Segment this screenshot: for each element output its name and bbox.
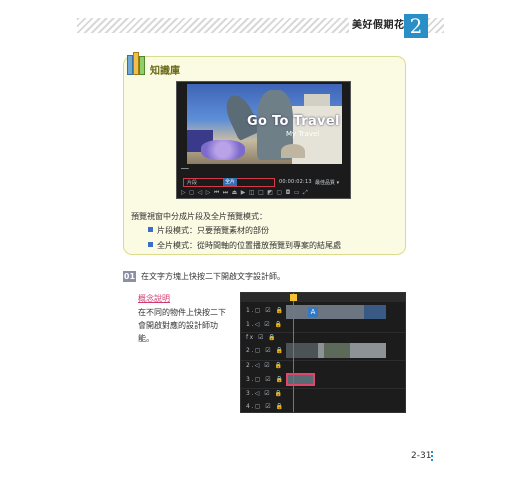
bullet-clip-mode-text: 片段模式：只要預覽素材的部份 xyxy=(157,226,269,235)
mode-clip-button[interactable]: 片段 xyxy=(187,179,197,186)
timeline-track: 3.◁ ☑ 🔒 xyxy=(241,388,405,401)
bullet-clip-mode: 片段模式：只要預覽素材的部份 xyxy=(148,225,269,236)
quality-dropdown[interactable]: 最佳品質 ▾ xyxy=(315,179,339,186)
playback-buttons[interactable]: ▷◻◁▷⏮⏭⏏▶◫□◩▢◘▭⤢ xyxy=(181,189,349,197)
timeline-track: fx ☑ 🔒 xyxy=(241,332,405,345)
playhead[interactable] xyxy=(293,293,294,412)
bullet-square-icon xyxy=(148,227,153,232)
knowledge-title: 知識庫 xyxy=(150,66,180,77)
mode-full-button[interactable]: 全片 xyxy=(223,178,237,186)
books-icon xyxy=(127,51,147,77)
track-controls[interactable]: 1.◁ ☑ 🔒 xyxy=(246,321,284,328)
preview-window-screenshot: Go To Travel My Travel ▔▔ 片段 全片 00:00:02… xyxy=(176,81,351,199)
knowledge-description: 預覽視窗中分成片段及全片預覽模式： xyxy=(131,212,267,221)
track-controls[interactable]: 3.◁ ☑ 🔒 xyxy=(246,390,284,397)
track-controls[interactable]: fx ☑ 🔒 xyxy=(246,334,277,341)
track-controls[interactable]: 2.▢ ☑ 🔒 xyxy=(246,347,285,354)
timeline-track: 2.◁ ☑ 🔒 xyxy=(241,360,405,373)
bullet-full-mode: 全片模式：從時間軸的位置播放預覽到專案的結尾處 xyxy=(148,240,341,251)
track-controls[interactable]: 4.▢ ☑ 🔒 xyxy=(246,403,285,410)
timeline-ruler xyxy=(241,293,405,302)
timeline-track: 1.▢ ☑ 🔒 xyxy=(241,305,405,318)
track-controls[interactable]: 1.▢ ☑ 🔒 xyxy=(246,307,285,314)
timeline-track: 2.▢ ☑ 🔒 xyxy=(241,345,405,358)
concept-text: 在不同的物件上快按二下會開啟對應的設計師功能。 xyxy=(138,308,226,343)
timeline-screenshot: A 1.▢ ☑ 🔒 1.◁ ☑ 🔒 fx ☑ 🔒 2.▢ ☑ 🔒 2.◁ ☑ 🔒… xyxy=(240,292,406,413)
step-number-badge: 01 xyxy=(123,271,136,282)
preview-scene-image: Go To Travel My Travel xyxy=(187,84,342,164)
chapter-number-badge: 2 xyxy=(404,14,428,38)
page-number: 2-31 xyxy=(411,451,432,461)
track-controls[interactable]: 3.▢ ☑ 🔒 xyxy=(246,376,285,383)
timeline-track: 4.▢ ☑ 🔒 xyxy=(241,401,405,412)
step-text: 在文字方塊上快按二下開啟文字設計師。 xyxy=(141,272,285,281)
timeline-track: 1.◁ ☑ 🔒 xyxy=(241,319,405,332)
timeline-track: 3.▢ ☑ 🔒 xyxy=(241,374,405,387)
header-hatch-decoration xyxy=(77,18,349,33)
concept-label: 概念說明 xyxy=(138,294,170,303)
timecode-display: 00:00:02:13 xyxy=(279,179,312,185)
page-number-dots xyxy=(431,451,433,461)
overlay-title-text: Go To Travel xyxy=(247,114,340,129)
bullet-square-icon xyxy=(148,242,153,247)
overlay-subtitle-text: My Travel xyxy=(286,130,320,138)
playhead-handle[interactable] xyxy=(290,294,297,301)
preview-control-bar: 片段 全片 00:00:02:13 最佳品質 ▾ xyxy=(179,178,350,187)
bullet-full-mode-text: 全片模式：從時間軸的位置播放預覽到專案的結尾處 xyxy=(157,241,341,250)
header-hatch-right xyxy=(428,18,444,33)
preview-marker: ▔▔ xyxy=(181,169,189,175)
track-controls[interactable]: 2.◁ ☑ 🔒 xyxy=(246,362,284,369)
